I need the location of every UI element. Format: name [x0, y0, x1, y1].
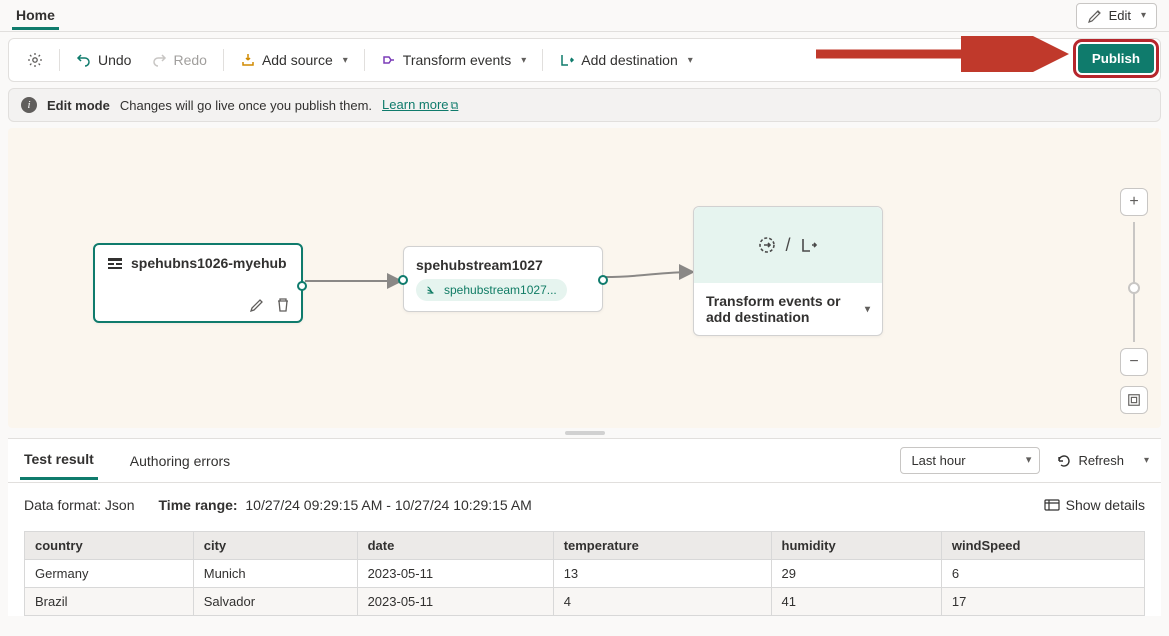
port-out[interactable] — [598, 275, 608, 285]
stream-pill-label: spehubstream1027... — [444, 283, 557, 297]
format-label: Data format: — [24, 497, 101, 513]
format-value: Json — [105, 497, 135, 513]
col-temperature[interactable]: temperature — [553, 532, 771, 560]
transform-icon — [757, 235, 777, 255]
node-stream-title: spehubstream1027 — [416, 257, 543, 273]
separator — [364, 49, 365, 71]
zoom-controls: + − — [1119, 188, 1149, 414]
chevron-down-icon: ▾ — [521, 55, 526, 66]
zoom-thumb[interactable] — [1128, 282, 1140, 294]
redo-icon — [151, 52, 167, 68]
gear-icon — [27, 52, 43, 68]
results-table: countrycitydatetemperaturehumiditywindSp… — [24, 531, 1145, 616]
trash-icon[interactable] — [275, 297, 291, 313]
table-row[interactable]: BrazilSalvador2023-05-1144117 — [25, 588, 1145, 616]
results-panel: Test result Authoring errors Last hour R… — [8, 438, 1161, 616]
chevron-down-icon[interactable]: ▾ — [865, 304, 870, 315]
tab-home[interactable]: Home — [12, 1, 59, 30]
refresh-button[interactable]: Refresh — [1050, 449, 1130, 473]
banner-title: Edit mode — [47, 98, 110, 113]
external-link-icon: ⧉ — [451, 100, 459, 112]
fit-icon — [1127, 393, 1141, 407]
source-in-icon — [240, 52, 256, 68]
chevron-down-icon[interactable]: ▾ — [1144, 455, 1149, 466]
settings-button[interactable] — [17, 46, 53, 74]
chevron-down-icon: ▾ — [688, 55, 693, 66]
tab-test-result[interactable]: Test result — [20, 441, 98, 480]
refresh-icon — [1056, 453, 1072, 469]
range-label: Time range: — [159, 497, 238, 513]
details-icon — [1044, 497, 1060, 513]
placeholder-icons: / — [694, 207, 882, 283]
panel-resize-handle[interactable] — [0, 428, 1169, 438]
zoom-in-button[interactable]: + — [1120, 188, 1148, 216]
tab-authoring-errors[interactable]: Authoring errors — [126, 443, 234, 479]
flow-canvas[interactable]: spehubns1026-myehub spehubstream1027 spe… — [8, 128, 1161, 428]
redo-label: Redo — [173, 52, 206, 68]
tab-bar: Home Edit ▾ — [0, 0, 1169, 32]
add-destination-label: Add destination — [581, 52, 678, 68]
pencil-icon — [1087, 8, 1103, 24]
zoom-slider[interactable] — [1133, 222, 1135, 342]
chevron-down-icon: ▾ — [343, 55, 348, 66]
learn-more-link[interactable]: Learn more⧉ — [382, 97, 458, 113]
edge-source-to-stream — [303, 266, 407, 296]
eventhub-icon — [107, 255, 123, 271]
col-humidity[interactable]: humidity — [771, 532, 941, 560]
stream-icon — [426, 284, 438, 296]
add-source-button[interactable]: Add source ▾ — [230, 46, 358, 74]
add-source-label: Add source — [262, 52, 333, 68]
add-destination-button[interactable]: Add destination ▾ — [549, 46, 703, 74]
table-row[interactable]: GermanyMunich2023-05-1113296 — [25, 560, 1145, 588]
edit-button[interactable]: Edit ▾ — [1076, 3, 1157, 29]
fit-view-button[interactable] — [1120, 386, 1148, 414]
destination-out-icon — [799, 235, 819, 255]
separator — [542, 49, 543, 71]
node-stream[interactable]: spehubstream1027 spehubstream1027... — [403, 246, 603, 312]
undo-icon — [76, 52, 92, 68]
undo-button[interactable]: Undo — [66, 46, 141, 74]
range-value: 10/27/24 09:29:15 AM - 10/27/24 10:29:15… — [245, 497, 531, 513]
col-country[interactable]: country — [25, 532, 194, 560]
zoom-out-button[interactable]: − — [1120, 348, 1148, 376]
col-city[interactable]: city — [193, 532, 357, 560]
chevron-down-icon: ▾ — [1141, 10, 1146, 21]
edge-stream-to-placeholder — [603, 260, 699, 290]
show-details-label: Show details — [1066, 497, 1145, 513]
transform-icon — [381, 52, 397, 68]
node-placeholder[interactable]: / Transform events or add destination ▾ — [693, 206, 883, 336]
col-windSpeed[interactable]: windSpeed — [941, 532, 1144, 560]
edit-mode-banner: i Edit mode Changes will go live once yo… — [8, 88, 1161, 122]
transform-button[interactable]: Transform events ▾ — [371, 46, 536, 74]
port-in[interactable] — [398, 275, 408, 285]
info-icon: i — [21, 97, 37, 113]
placeholder-text: Transform events or add destination — [706, 293, 861, 325]
refresh-label: Refresh — [1078, 453, 1124, 468]
destination-out-icon — [559, 52, 575, 68]
redo-button[interactable]: Redo — [141, 46, 216, 74]
transform-label: Transform events — [403, 52, 511, 68]
publish-button[interactable]: Publish — [1078, 44, 1154, 73]
node-source-title: spehubns1026-myehub — [131, 255, 287, 271]
separator — [59, 49, 60, 71]
col-date[interactable]: date — [357, 532, 553, 560]
callout-arrow — [812, 36, 1082, 72]
undo-label: Undo — [98, 52, 131, 68]
pencil-icon[interactable] — [249, 297, 265, 313]
time-range-select[interactable]: Last hour — [900, 447, 1040, 474]
stream-pill[interactable]: spehubstream1027... — [416, 279, 567, 301]
banner-message: Changes will go live once you publish th… — [120, 98, 372, 113]
separator — [223, 49, 224, 71]
show-details-button[interactable]: Show details — [1044, 497, 1145, 513]
node-source[interactable]: spehubns1026-myehub — [93, 243, 303, 323]
edit-label: Edit — [1109, 8, 1131, 23]
port-out[interactable] — [297, 281, 307, 291]
